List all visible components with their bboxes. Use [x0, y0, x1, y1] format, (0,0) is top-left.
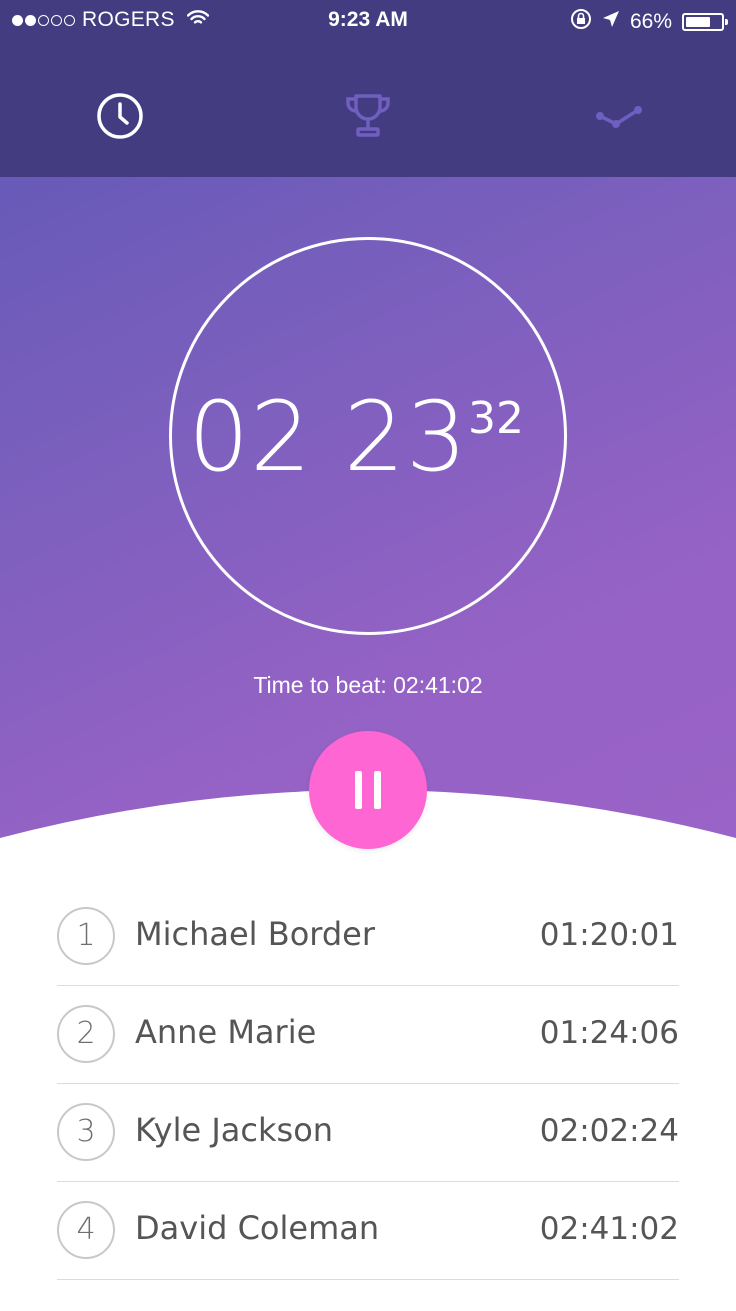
rank-badge: 3 [57, 1103, 115, 1161]
app-header: ROGERS 9:23 AM 66% [0, 0, 736, 177]
list-item[interactable]: 1 Michael Border 01:20:01 [57, 888, 679, 986]
timer-minutes: 02 [188, 381, 313, 493]
pause-button[interactable] [309, 731, 427, 849]
player-name: David Coleman [135, 1209, 380, 1247]
timer-panel: ROGERS 9:23 AM 66% 02 23 32 Time to beat… [0, 0, 736, 840]
status-right: 66% [560, 8, 728, 36]
pause-icon [355, 771, 362, 809]
player-name: Anne Marie [135, 1013, 317, 1051]
status-bar: ROGERS 9:23 AM 66% [0, 0, 736, 40]
battery-percent: 66% [629, 10, 672, 33]
player-time: 02:41:02 [539, 1211, 679, 1247]
rotation-lock-icon [570, 8, 592, 36]
stats-icon [596, 106, 642, 128]
player-time: 01:24:06 [539, 1015, 679, 1051]
list-item[interactable]: 4 David Coleman 02:41:02 [57, 1182, 679, 1280]
rank-badge: 4 [57, 1201, 115, 1259]
tab-stats[interactable] [592, 88, 648, 144]
rank-badge: 1 [57, 907, 115, 965]
list-item[interactable]: 2 Anne Marie 01:24:06 [57, 986, 679, 1084]
tab-leaderboard[interactable] [340, 88, 396, 144]
location-arrow-icon [602, 10, 620, 34]
timer-display: 02 23 [0, 382, 656, 492]
time-to-beat: Time to beat: 02:41:02 [253, 672, 483, 698]
trophy-icon [346, 94, 390, 137]
player-name: Kyle Jackson [135, 1111, 334, 1149]
timer-seconds: 23 [343, 381, 468, 493]
rank-badge: 2 [57, 1005, 115, 1063]
timer-fraction: 32 [468, 393, 524, 444]
leaderboard-list: 1 Michael Border 01:20:01 2 Anne Marie 0… [57, 888, 679, 1280]
player-name: Michael Border [135, 915, 376, 953]
player-time: 02:02:24 [539, 1113, 679, 1149]
tab-timer[interactable] [92, 88, 148, 144]
player-time: 01:20:01 [539, 917, 679, 953]
battery-icon [682, 13, 728, 31]
list-item[interactable]: 3 Kyle Jackson 02:02:24 [57, 1084, 679, 1182]
pause-icon [374, 771, 381, 809]
clock-icon [97, 93, 143, 139]
